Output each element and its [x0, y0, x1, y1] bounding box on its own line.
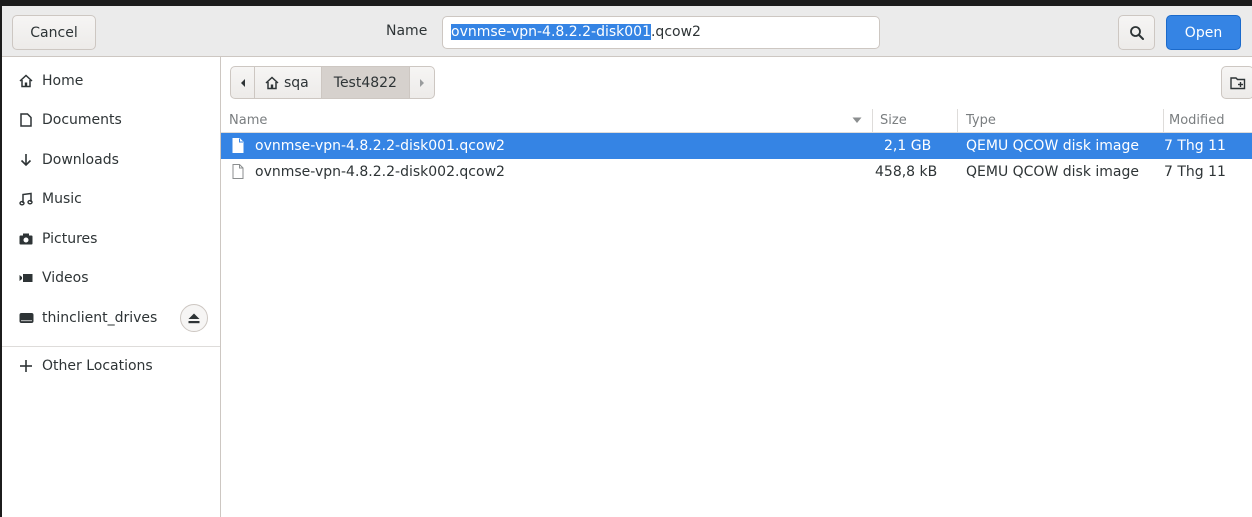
file-icon — [232, 164, 244, 179]
sidebar-item-label: thinclient_drives — [42, 310, 158, 326]
drive-icon — [18, 310, 34, 326]
sidebar-item-label: Music — [42, 191, 82, 207]
sort-descending-icon — [852, 117, 862, 123]
search-button[interactable] — [1118, 15, 1155, 50]
name-field[interactable]: ovnmse-vpn-4.8.2.2-disk001.qcow2 — [442, 16, 880, 49]
sidebar-item-label: Videos — [42, 270, 89, 286]
search-icon — [1129, 25, 1144, 40]
eject-icon — [188, 313, 200, 323]
path-back-button[interactable] — [231, 67, 255, 98]
path-segment-home[interactable]: sqa — [255, 67, 322, 98]
path-segment-current[interactable]: Test4822 — [321, 67, 410, 98]
video-icon — [18, 270, 34, 286]
file-size: 2,1 GB — [884, 138, 932, 154]
sidebar-item-label: Home — [42, 73, 84, 89]
file-modified: 7 Thg 11 — [1164, 164, 1226, 180]
file-row[interactable]: ovnmse-vpn-4.8.2.2-disk002.qcow2 458,8 k… — [221, 159, 1252, 185]
sidebar-item-label: Other Locations — [42, 358, 153, 374]
name-field-selected-text: ovnmse-vpn-4.8.2.2-disk001 — [451, 24, 651, 40]
name-label: Name — [386, 23, 428, 39]
name-field-extension: .qcow2 — [650, 24, 701, 40]
sidebar-item-other-locations[interactable]: Other Locations — [2, 348, 220, 384]
sidebar-item-label: Downloads — [42, 152, 119, 168]
file-type: QEMU QCOW disk image — [966, 138, 1139, 154]
document-icon — [18, 112, 34, 128]
dialog-header: Cancel Name ovnmse-vpn-4.8.2.2-disk001.q… — [2, 6, 1252, 57]
column-header-name[interactable]: Name — [229, 113, 267, 128]
file-row[interactable]: ovnmse-vpn-4.8.2.2-disk001.qcow2 2,1 GB … — [221, 133, 1252, 159]
path-button-group: sqa Test4822 — [230, 66, 435, 99]
file-modified: 7 Thg 11 — [1164, 138, 1226, 154]
download-icon — [18, 152, 34, 168]
chevron-right-icon — [419, 78, 424, 87]
sidebar-item-videos[interactable]: Videos — [2, 260, 220, 296]
new-folder-button[interactable] — [1221, 66, 1252, 99]
sidebar-item-home[interactable]: Home — [2, 63, 220, 99]
path-forward-button[interactable] — [410, 67, 434, 98]
places-sidebar: Home Documents Downloads Music Pictures … — [2, 57, 221, 517]
sidebar-item-music[interactable]: Music — [2, 181, 220, 217]
file-type: QEMU QCOW disk image — [966, 164, 1139, 180]
column-divider — [957, 109, 958, 132]
plus-icon — [18, 358, 34, 374]
sidebar-separator — [2, 346, 220, 347]
file-name: ovnmse-vpn-4.8.2.2-disk002.qcow2 — [255, 164, 505, 180]
open-button[interactable]: Open — [1166, 15, 1241, 50]
file-name: ovnmse-vpn-4.8.2.2-disk001.qcow2 — [255, 138, 505, 154]
column-divider — [1163, 109, 1164, 132]
column-header-size[interactable]: Size — [880, 113, 907, 128]
sidebar-item-documents[interactable]: Documents — [2, 102, 220, 138]
chevron-left-icon — [240, 78, 245, 87]
file-size: 458,8 kB — [875, 164, 938, 180]
camera-icon — [18, 231, 34, 247]
path-bar: sqa Test4822 — [221, 57, 1252, 109]
sidebar-item-thinclient-drives[interactable]: thinclient_drives — [2, 300, 220, 336]
file-list-header: Name Size Type Modified — [221, 109, 1252, 133]
column-header-type[interactable]: Type — [966, 113, 996, 128]
sidebar-item-downloads[interactable]: Downloads — [2, 142, 220, 178]
sidebar-item-label: Pictures — [42, 231, 98, 247]
cancel-button[interactable]: Cancel — [12, 15, 96, 50]
file-icon — [232, 138, 244, 153]
home-icon — [18, 73, 34, 89]
new-folder-icon — [1229, 76, 1245, 89]
column-header-modified[interactable]: Modified — [1169, 113, 1224, 128]
eject-button[interactable] — [180, 304, 208, 332]
sidebar-item-pictures[interactable]: Pictures — [2, 221, 220, 257]
music-icon — [18, 191, 34, 207]
column-divider — [872, 109, 873, 132]
path-segment-home-label: sqa — [284, 74, 309, 91]
sidebar-item-label: Documents — [42, 112, 122, 128]
home-icon — [265, 75, 279, 89]
